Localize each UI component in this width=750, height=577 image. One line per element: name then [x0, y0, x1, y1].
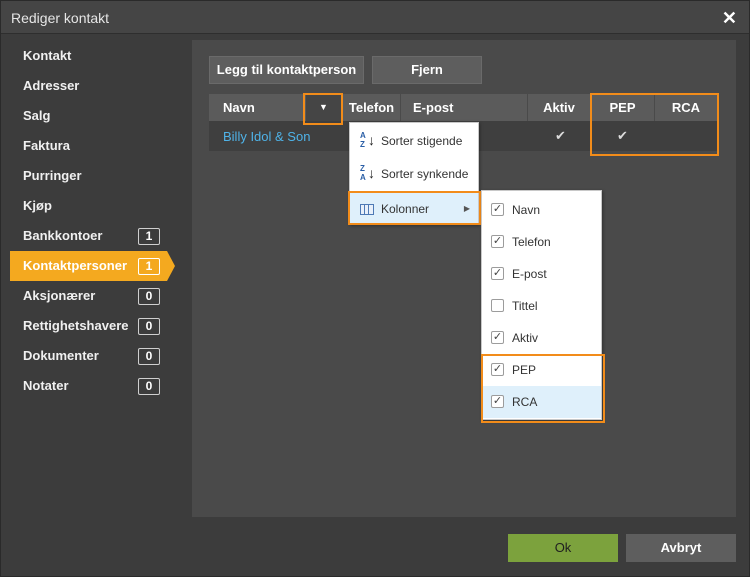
count-badge: 0: [138, 288, 160, 305]
dialog-titlebar: Rediger kontakt ✕: [1, 1, 749, 34]
sidebar-item-label: Faktura: [23, 138, 70, 153]
checkbox-checked[interactable]: ✓: [491, 203, 504, 216]
close-icon[interactable]: ✕: [722, 8, 737, 29]
columns-submenu: ✓ Navn ✓ Telefon ✓ E-post Tittel ✓ Aktiv…: [481, 190, 602, 420]
sidebar-item-rettighetshavere[interactable]: Rettighetshavere 0: [1, 311, 191, 341]
cancel-button[interactable]: Avbryt: [626, 534, 736, 562]
aktiv-check-icon: ✔: [555, 128, 566, 143]
sidebar-item-label: Aksjonærer: [23, 288, 96, 303]
add-contact-person-button[interactable]: Legg til kontaktperson: [209, 56, 364, 84]
column-header-telefon[interactable]: Telefon: [343, 94, 401, 121]
sidebar-item-aksjonaerer[interactable]: Aksjonærer 0: [1, 281, 191, 311]
columns-icon: [360, 204, 374, 215]
checkbox-checked[interactable]: ✓: [491, 331, 504, 344]
dialog-window: Rediger kontakt ✕ Kontakt Adresser Salg …: [0, 0, 750, 577]
column-header-epost[interactable]: E-post: [401, 94, 528, 121]
count-badge: 0: [138, 378, 160, 395]
submenu-item-label: Aktiv: [512, 331, 539, 345]
submenu-item-navn[interactable]: ✓ Navn: [482, 194, 601, 226]
submenu-item-label: E-post: [512, 267, 547, 281]
sidebar-item-label: Purringer: [23, 168, 82, 183]
menu-item-label: Kolonner: [381, 202, 430, 216]
count-badge: 1: [138, 228, 160, 245]
checkbox-checked[interactable]: ✓: [491, 363, 504, 376]
chevron-right-icon: ▶: [463, 204, 470, 213]
checkbox-unchecked[interactable]: [491, 299, 504, 312]
checkbox-checked[interactable]: ✓: [491, 395, 504, 408]
submenu-item-aktiv[interactable]: ✓ Aktiv: [482, 322, 601, 354]
sidebar-item-notater[interactable]: Notater 0: [1, 371, 191, 401]
caret-down-icon: ▼: [319, 102, 328, 112]
contact-name-link[interactable]: Billy Idol & Son: [223, 129, 310, 144]
grid-header: Navn ▼ Telefon E-post Aktiv PEP RCA: [209, 94, 717, 121]
column-header-pep[interactable]: PEP: [591, 94, 655, 121]
pep-check-icon: ✔: [617, 128, 628, 143]
sidebar-item-salg[interactable]: Salg: [1, 101, 191, 131]
sidebar-item-label: Kontakt: [23, 48, 72, 63]
sidebar-item-label: Kjøp: [23, 198, 52, 213]
count-badge: 0: [138, 348, 160, 365]
sidebar-item-faktura[interactable]: Faktura: [1, 131, 191, 161]
sidebar: Kontakt Adresser Salg Faktura Purringer …: [1, 41, 191, 401]
submenu-item-label: Telefon: [512, 235, 551, 249]
sidebar-item-bankkontoer[interactable]: Bankkontoer 1: [1, 221, 191, 251]
sidebar-item-label: Salg: [23, 108, 51, 123]
menu-item-columns[interactable]: Kolonner ▶: [350, 193, 478, 225]
menu-item-label: Sorter synkende: [381, 167, 469, 181]
sort-ascending-icon: A Z ↓: [360, 131, 375, 149]
column-menu: A Z ↓ Sorter stigende Z A ↓ Sorter synke…: [349, 122, 479, 225]
column-header-label: Navn: [223, 100, 255, 115]
submenu-item-tittel[interactable]: Tittel: [482, 290, 601, 322]
menu-item-sort-ascending[interactable]: A Z ↓ Sorter stigende: [350, 125, 478, 157]
column-header-rca[interactable]: RCA: [655, 94, 717, 121]
checkbox-checked[interactable]: ✓: [491, 235, 504, 248]
sidebar-item-kontakt[interactable]: Kontakt: [1, 41, 191, 71]
count-badge: 0: [138, 318, 160, 335]
sidebar-item-label: Rettighetshavere: [23, 318, 129, 333]
checkbox-checked[interactable]: ✓: [491, 267, 504, 280]
column-menu-trigger[interactable]: ▼: [306, 94, 341, 121]
column-header-aktiv[interactable]: Aktiv: [528, 94, 591, 121]
sidebar-item-dokumenter[interactable]: Dokumenter 0: [1, 341, 191, 371]
menu-item-sort-descending[interactable]: Z A ↓ Sorter synkende: [350, 158, 478, 190]
sort-descending-icon: Z A ↓: [360, 164, 375, 182]
menu-item-label: Sorter stigende: [381, 134, 463, 148]
submenu-item-telefon[interactable]: ✓ Telefon: [482, 226, 601, 258]
sidebar-item-label: Bankkontoer: [23, 228, 103, 243]
submenu-item-pep[interactable]: ✓ PEP: [482, 354, 601, 386]
sidebar-item-label: Kontaktpersoner: [23, 258, 128, 273]
remove-button[interactable]: Fjern: [372, 56, 482, 84]
submenu-item-rca[interactable]: ✓ RCA: [482, 386, 601, 418]
sidebar-item-label: Adresser: [23, 78, 80, 93]
sidebar-item-kjop[interactable]: Kjøp: [1, 191, 191, 221]
submenu-item-label: Navn: [512, 203, 541, 217]
sidebar-item-label: Dokumenter: [23, 348, 99, 363]
sidebar-item-purringer[interactable]: Purringer: [1, 161, 191, 191]
submenu-item-epost[interactable]: ✓ E-post: [482, 258, 601, 290]
sidebar-item-adresser[interactable]: Adresser: [1, 71, 191, 101]
sidebar-item-kontaktpersoner[interactable]: Kontaktpersoner 1: [10, 251, 175, 281]
submenu-item-label: PEP: [512, 363, 537, 377]
dialog-title: Rediger kontakt: [11, 10, 110, 26]
main-panel: Legg til kontaktperson Fjern Navn ▼ Tele…: [192, 40, 736, 517]
sidebar-item-label: Notater: [23, 378, 69, 393]
submenu-item-label: RCA: [512, 395, 538, 409]
submenu-item-label: Tittel: [512, 299, 538, 313]
count-badge: 1: [138, 258, 160, 275]
ok-button[interactable]: Ok: [508, 534, 618, 562]
